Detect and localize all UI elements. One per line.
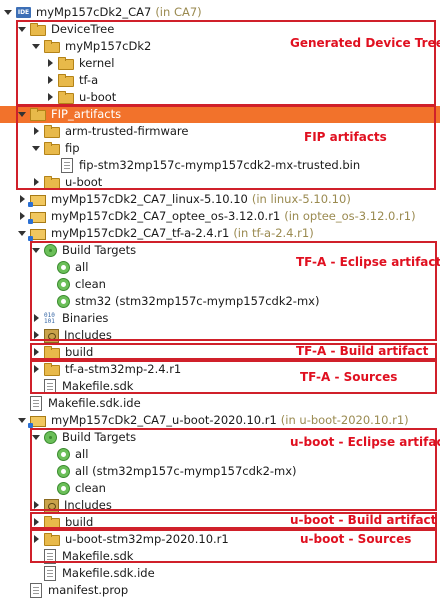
file-label: Makefile.sdk.ide: [62, 566, 155, 580]
annotation-tfa-sources: TF-A - Sources: [300, 370, 398, 384]
tree-item-optee-project[interactable]: myMp157cDk2_CA7_optee_os-3.12.0.r1 (in o…: [17, 208, 416, 225]
annotation-generated-device-tree: Generated Device Tree: [290, 36, 440, 50]
annotation-box-device-tree: [16, 20, 436, 106]
project-icon: [28, 229, 46, 241]
annotation-uboot-eclipse: u-boot - Eclipse artifact: [290, 435, 440, 449]
project-icon: [28, 212, 46, 224]
tree-item-linux-project[interactable]: myMp157cDk2_CA7_linux-5.10.10 (in linux-…: [17, 191, 351, 208]
project-suffix: (in tf-a-2.4.r1): [233, 226, 314, 240]
annotation-tfa-eclipse: TF-A - Eclipse artifact: [296, 255, 440, 269]
expand-toggle[interactable]: [3, 4, 13, 21]
project-label: myMp157cDk2_CA7_optee_os-3.12.0.r1: [51, 209, 281, 223]
file-label: Makefile.sdk.ide: [48, 396, 141, 410]
ide-project-icon: IDE: [16, 7, 31, 18]
annotation-box-fip: [16, 105, 436, 190]
tree-item-tfa-makefile-ide[interactable]: Makefile.sdk.ide: [28, 395, 141, 412]
expand-toggle[interactable]: [17, 225, 27, 242]
project-icon: [28, 195, 46, 207]
file-icon: [30, 396, 42, 411]
tree-item-uboot-makefile-ide[interactable]: Makefile.sdk.ide: [42, 565, 155, 582]
expand-toggle[interactable]: [17, 412, 27, 429]
tree-item-tfa-project[interactable]: myMp157cDk2_CA7_tf-a-2.4.r1 (in tf-a-2.4…: [17, 225, 314, 242]
collapse-toggle[interactable]: [17, 208, 27, 225]
annotation-uboot-sources: u-boot - Sources: [300, 532, 412, 546]
annotation-fip-artifacts: FIP artifacts: [304, 130, 387, 144]
project-suffix: (in optee_os-3.12.0.r1): [284, 209, 416, 223]
collapse-toggle[interactable]: [17, 191, 27, 208]
tree-item-root-project[interactable]: IDE myMp157cDk2_CA7 (in CA7): [3, 4, 202, 21]
project-label: myMp157cDk2_CA7_linux-5.10.10: [51, 192, 248, 206]
root-project-label: myMp157cDk2_CA7: [36, 5, 152, 19]
project-suffix: (in u-boot-2020.10.r1): [280, 413, 409, 427]
file-icon: [30, 583, 42, 598]
file-label: manifest.prop: [48, 583, 129, 597]
project-icon: [28, 416, 46, 428]
annotation-uboot-build: u-boot - Build artifact: [290, 513, 437, 527]
project-label: myMp157cDk2_CA7_tf-a-2.4.r1: [51, 226, 230, 240]
tree-item-uboot-project[interactable]: myMp157cDk2_CA7_u-boot-2020.10.r1 (in u-…: [17, 412, 409, 429]
tree-item-manifest[interactable]: manifest.prop: [28, 582, 128, 599]
root-project-suffix: (in CA7): [155, 5, 202, 19]
project-label: myMp157cDk2_CA7_u-boot-2020.10.r1: [51, 413, 277, 427]
annotation-tfa-build: TF-A - Build artifact: [296, 344, 429, 358]
file-icon: [44, 566, 56, 581]
project-suffix: (in linux-5.10.10): [251, 192, 351, 206]
